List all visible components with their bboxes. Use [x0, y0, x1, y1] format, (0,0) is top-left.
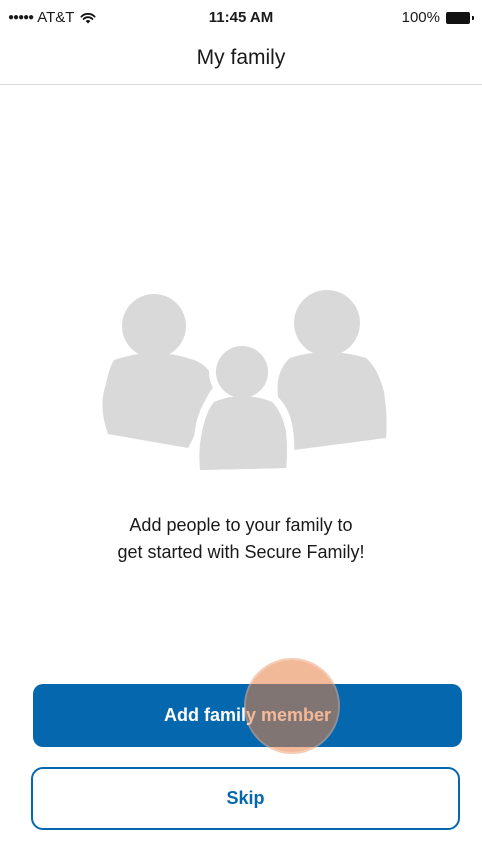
- page-title: My family: [196, 46, 286, 69]
- battery-percent: 100%: [401, 9, 440, 26]
- navigation-bar: My family: [0, 36, 482, 85]
- add-family-member-button[interactable]: Add family member: [33, 684, 462, 747]
- status-right: 100%: [402, 9, 474, 26]
- right-adult-body: [277, 352, 387, 450]
- battery-fill: [446, 11, 470, 24]
- add-family-member-label: Add family member: [163, 705, 332, 725]
- skip-button[interactable]: Skip: [31, 767, 460, 830]
- status-bar: ●●●●● AT&T 11:45 AM 100%: [0, 0, 482, 36]
- message-line-1: Add people to your family to: [129, 515, 353, 535]
- empty-state-message: Add people to your family to get started…: [60, 512, 422, 566]
- battery-icon: [446, 11, 474, 24]
- right-adult-head: [294, 290, 360, 356]
- skip-label: Skip: [226, 788, 265, 808]
- battery-tip: [472, 15, 474, 20]
- message-line-2: get started with Secure Family!: [117, 542, 365, 562]
- family-group-icon: [102, 290, 387, 473]
- left-adult-head: [122, 294, 186, 358]
